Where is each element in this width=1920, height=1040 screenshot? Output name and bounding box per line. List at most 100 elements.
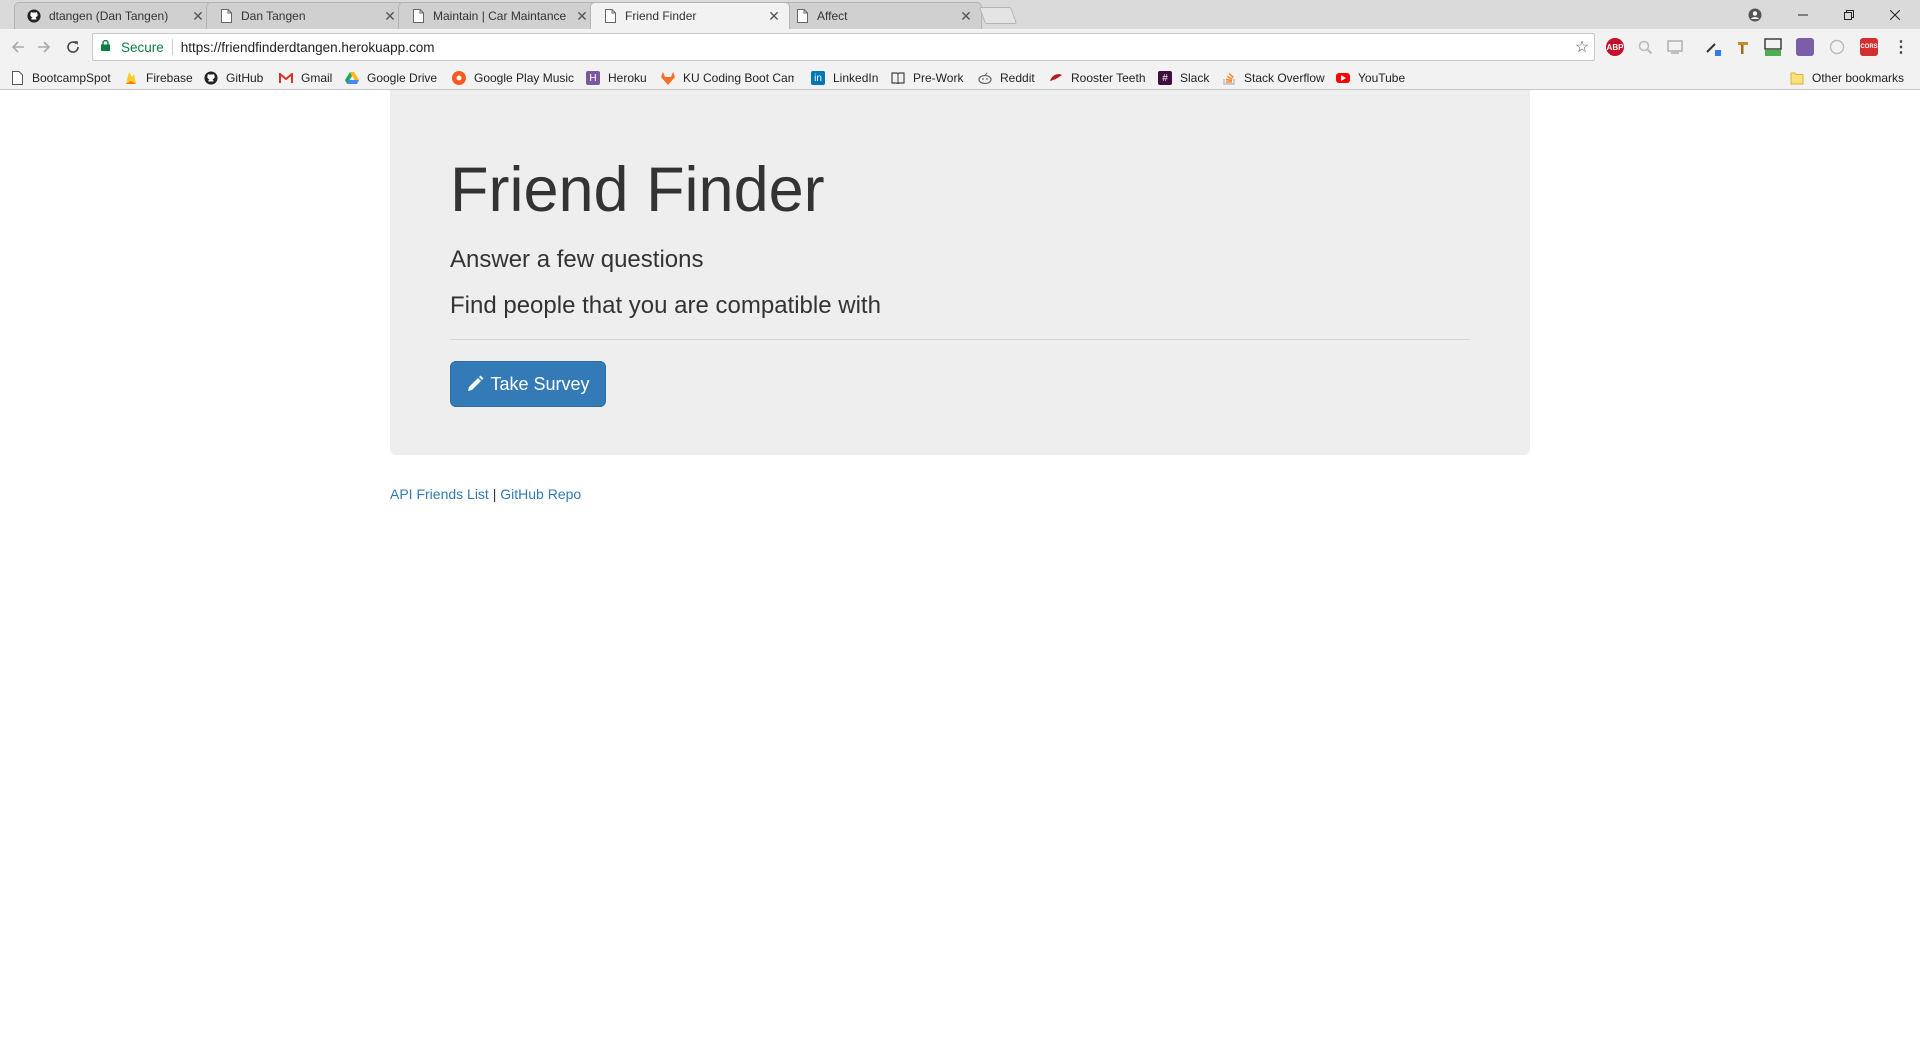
close-icon[interactable]: ✕ — [959, 8, 973, 25]
profile-icon[interactable] — [1732, 0, 1778, 29]
bookmark-label: GitHub — [226, 71, 264, 85]
zoom-icon[interactable] — [1636, 38, 1654, 56]
tab-affect[interactable]: Affect ✕ — [782, 2, 982, 29]
page-icon — [10, 71, 24, 85]
bookmark-slack[interactable]: # Slack — [1158, 69, 1209, 87]
pencil-icon — [466, 375, 484, 393]
cors-label: CORS — [1860, 44, 1878, 50]
footer-separator: | — [492, 486, 497, 502]
tab-title: Affect — [817, 9, 848, 23]
circle-ext-icon[interactable] — [1828, 38, 1846, 56]
jumbotron: Friend Finder Answer a few questions Fin… — [390, 90, 1530, 455]
cors-icon[interactable]: CORS — [1860, 38, 1878, 56]
bookmark-heroku[interactable]: H Heroku — [586, 69, 647, 87]
bookmark-label: Google Drive — [367, 71, 438, 85]
tab-dtangen[interactable]: dtangen (Dan Tangen) ✕ — [14, 2, 214, 29]
close-icon[interactable]: ✕ — [383, 8, 397, 25]
new-tab-ext-icon[interactable] — [1764, 38, 1782, 56]
firebase-icon — [124, 71, 138, 85]
screenshot-icon[interactable] — [1666, 38, 1684, 56]
folder-icon — [1790, 71, 1804, 85]
bookmark-label: Slack — [1180, 71, 1210, 85]
bookmark-label: Gmail — [301, 71, 333, 85]
restore-icon[interactable] — [1826, 0, 1872, 29]
chrome-menu-icon[interactable]: ⋮ — [1892, 38, 1910, 56]
slack-icon: # — [1158, 71, 1172, 85]
back-icon[interactable] — [6, 35, 30, 59]
bookmark-ku-coding-boot-camp[interactable]: KU Coding Boot Cam — [661, 69, 794, 87]
github-icon — [27, 9, 41, 23]
stack-overflow-icon — [1222, 71, 1236, 85]
google-drive-icon — [345, 71, 359, 85]
hammer-icon[interactable] — [1734, 38, 1752, 56]
page-icon — [219, 9, 233, 23]
tab-title: dtangen (Dan Tangen) — [49, 9, 169, 23]
tab-title: Dan Tangen — [241, 9, 306, 23]
bookmark-label: Firebase — [146, 71, 193, 85]
url-text[interactable]: https://friendfinderdtangen.herokuapp.co… — [181, 40, 1570, 55]
bookmark-label: YouTube — [1358, 71, 1406, 85]
api-friends-list-link[interactable]: API Friends List — [390, 486, 489, 502]
bookmark-reddit[interactable]: Reddit — [978, 69, 1035, 87]
gitlab-icon — [661, 71, 675, 85]
adblock-plus-label: ABP — [1606, 42, 1624, 52]
window-close-icon[interactable] — [1872, 0, 1918, 29]
reddit-icon — [978, 71, 992, 85]
bookmark-label: BootcampSpot — [32, 71, 111, 85]
tab-maintain[interactable]: Maintain | Car Maintance ✕ — [398, 2, 598, 29]
forward-icon[interactable] — [32, 35, 56, 59]
bookmark-google-drive[interactable]: Google Drive — [345, 69, 437, 87]
youtube-icon — [1336, 73, 1350, 83]
bookmark-bootcampspot[interactable]: BootcampSpot — [10, 69, 111, 87]
bookmark-rooster-teeth[interactable]: Rooster Teeth — [1049, 69, 1146, 87]
book-icon — [891, 71, 905, 85]
minimize-icon[interactable] — [1780, 0, 1826, 29]
close-icon[interactable]: ✕ — [191, 8, 205, 25]
browser-toolbar: Secure https://friendfinderdtangen.herok… — [0, 29, 1920, 65]
bookmark-label: Heroku — [608, 71, 647, 85]
github-icon — [204, 71, 218, 85]
bookmark-label: Pre-Work — [913, 71, 964, 85]
bookmark-label: KU Coding Boot Cam — [683, 71, 794, 85]
page-icon — [411, 9, 425, 23]
page-icon — [603, 9, 617, 23]
purple-ext-icon[interactable] — [1796, 38, 1814, 56]
page-icon — [795, 9, 809, 23]
tab-friend-finder[interactable]: Friend Finder ✕ — [590, 2, 790, 29]
eyedropper-icon[interactable] — [1704, 38, 1722, 56]
omnibox-divider — [171, 39, 173, 55]
bookmark-stack-overflow[interactable]: Stack Overflow — [1222, 69, 1325, 87]
lead-text-compatible: Find people that you are compatible with — [450, 292, 881, 319]
close-icon[interactable]: ✕ — [767, 8, 781, 25]
bookmark-linkedin[interactable]: in LinkedIn — [811, 69, 878, 87]
take-survey-label: Take Survey — [490, 373, 590, 394]
take-survey-button[interactable]: Take Survey — [450, 361, 606, 407]
rooster-teeth-icon — [1049, 71, 1063, 85]
heroku-icon: H — [586, 71, 600, 85]
lead-text-questions: Answer a few questions — [450, 246, 704, 273]
address-bar[interactable]: Secure https://friendfinderdtangen.herok… — [92, 33, 1595, 61]
bookmark-google-play-music[interactable]: Google Play Music — [452, 69, 574, 87]
footer-links: API Friends List | GitHub Repo — [390, 486, 581, 502]
bookmark-youtube[interactable]: YouTube — [1336, 69, 1405, 87]
bookmark-firebase[interactable]: Firebase — [124, 69, 193, 87]
bookmark-star-icon[interactable]: ☆ — [1570, 37, 1594, 57]
tab-dan-tangen[interactable]: Dan Tangen ✕ — [206, 2, 406, 29]
reload-icon[interactable] — [61, 35, 85, 59]
linkedin-icon: in — [811, 71, 825, 85]
page-title: Friend Finder — [450, 155, 825, 225]
lock-icon — [101, 39, 115, 54]
github-repo-link[interactable]: GitHub Repo — [500, 486, 581, 502]
google-play-music-icon — [452, 71, 466, 85]
adblock-plus-icon[interactable]: ABP — [1606, 38, 1624, 56]
new-tab-button[interactable] — [978, 7, 1018, 24]
divider — [450, 339, 1470, 340]
other-bookmarks[interactable]: Other bookmarks — [1790, 69, 1904, 87]
bookmark-pre-work[interactable]: Pre-Work — [891, 69, 963, 87]
bookmark-github[interactable]: GitHub — [204, 69, 263, 87]
close-icon[interactable]: ✕ — [575, 8, 589, 25]
bookmark-label: Rooster Teeth — [1071, 71, 1146, 85]
bookmarks-bar: BootcampSpot Firebase GitHub Gmail Googl… — [0, 65, 1920, 90]
other-bookmarks-label: Other bookmarks — [1812, 71, 1905, 85]
bookmark-gmail[interactable]: Gmail — [279, 69, 332, 87]
